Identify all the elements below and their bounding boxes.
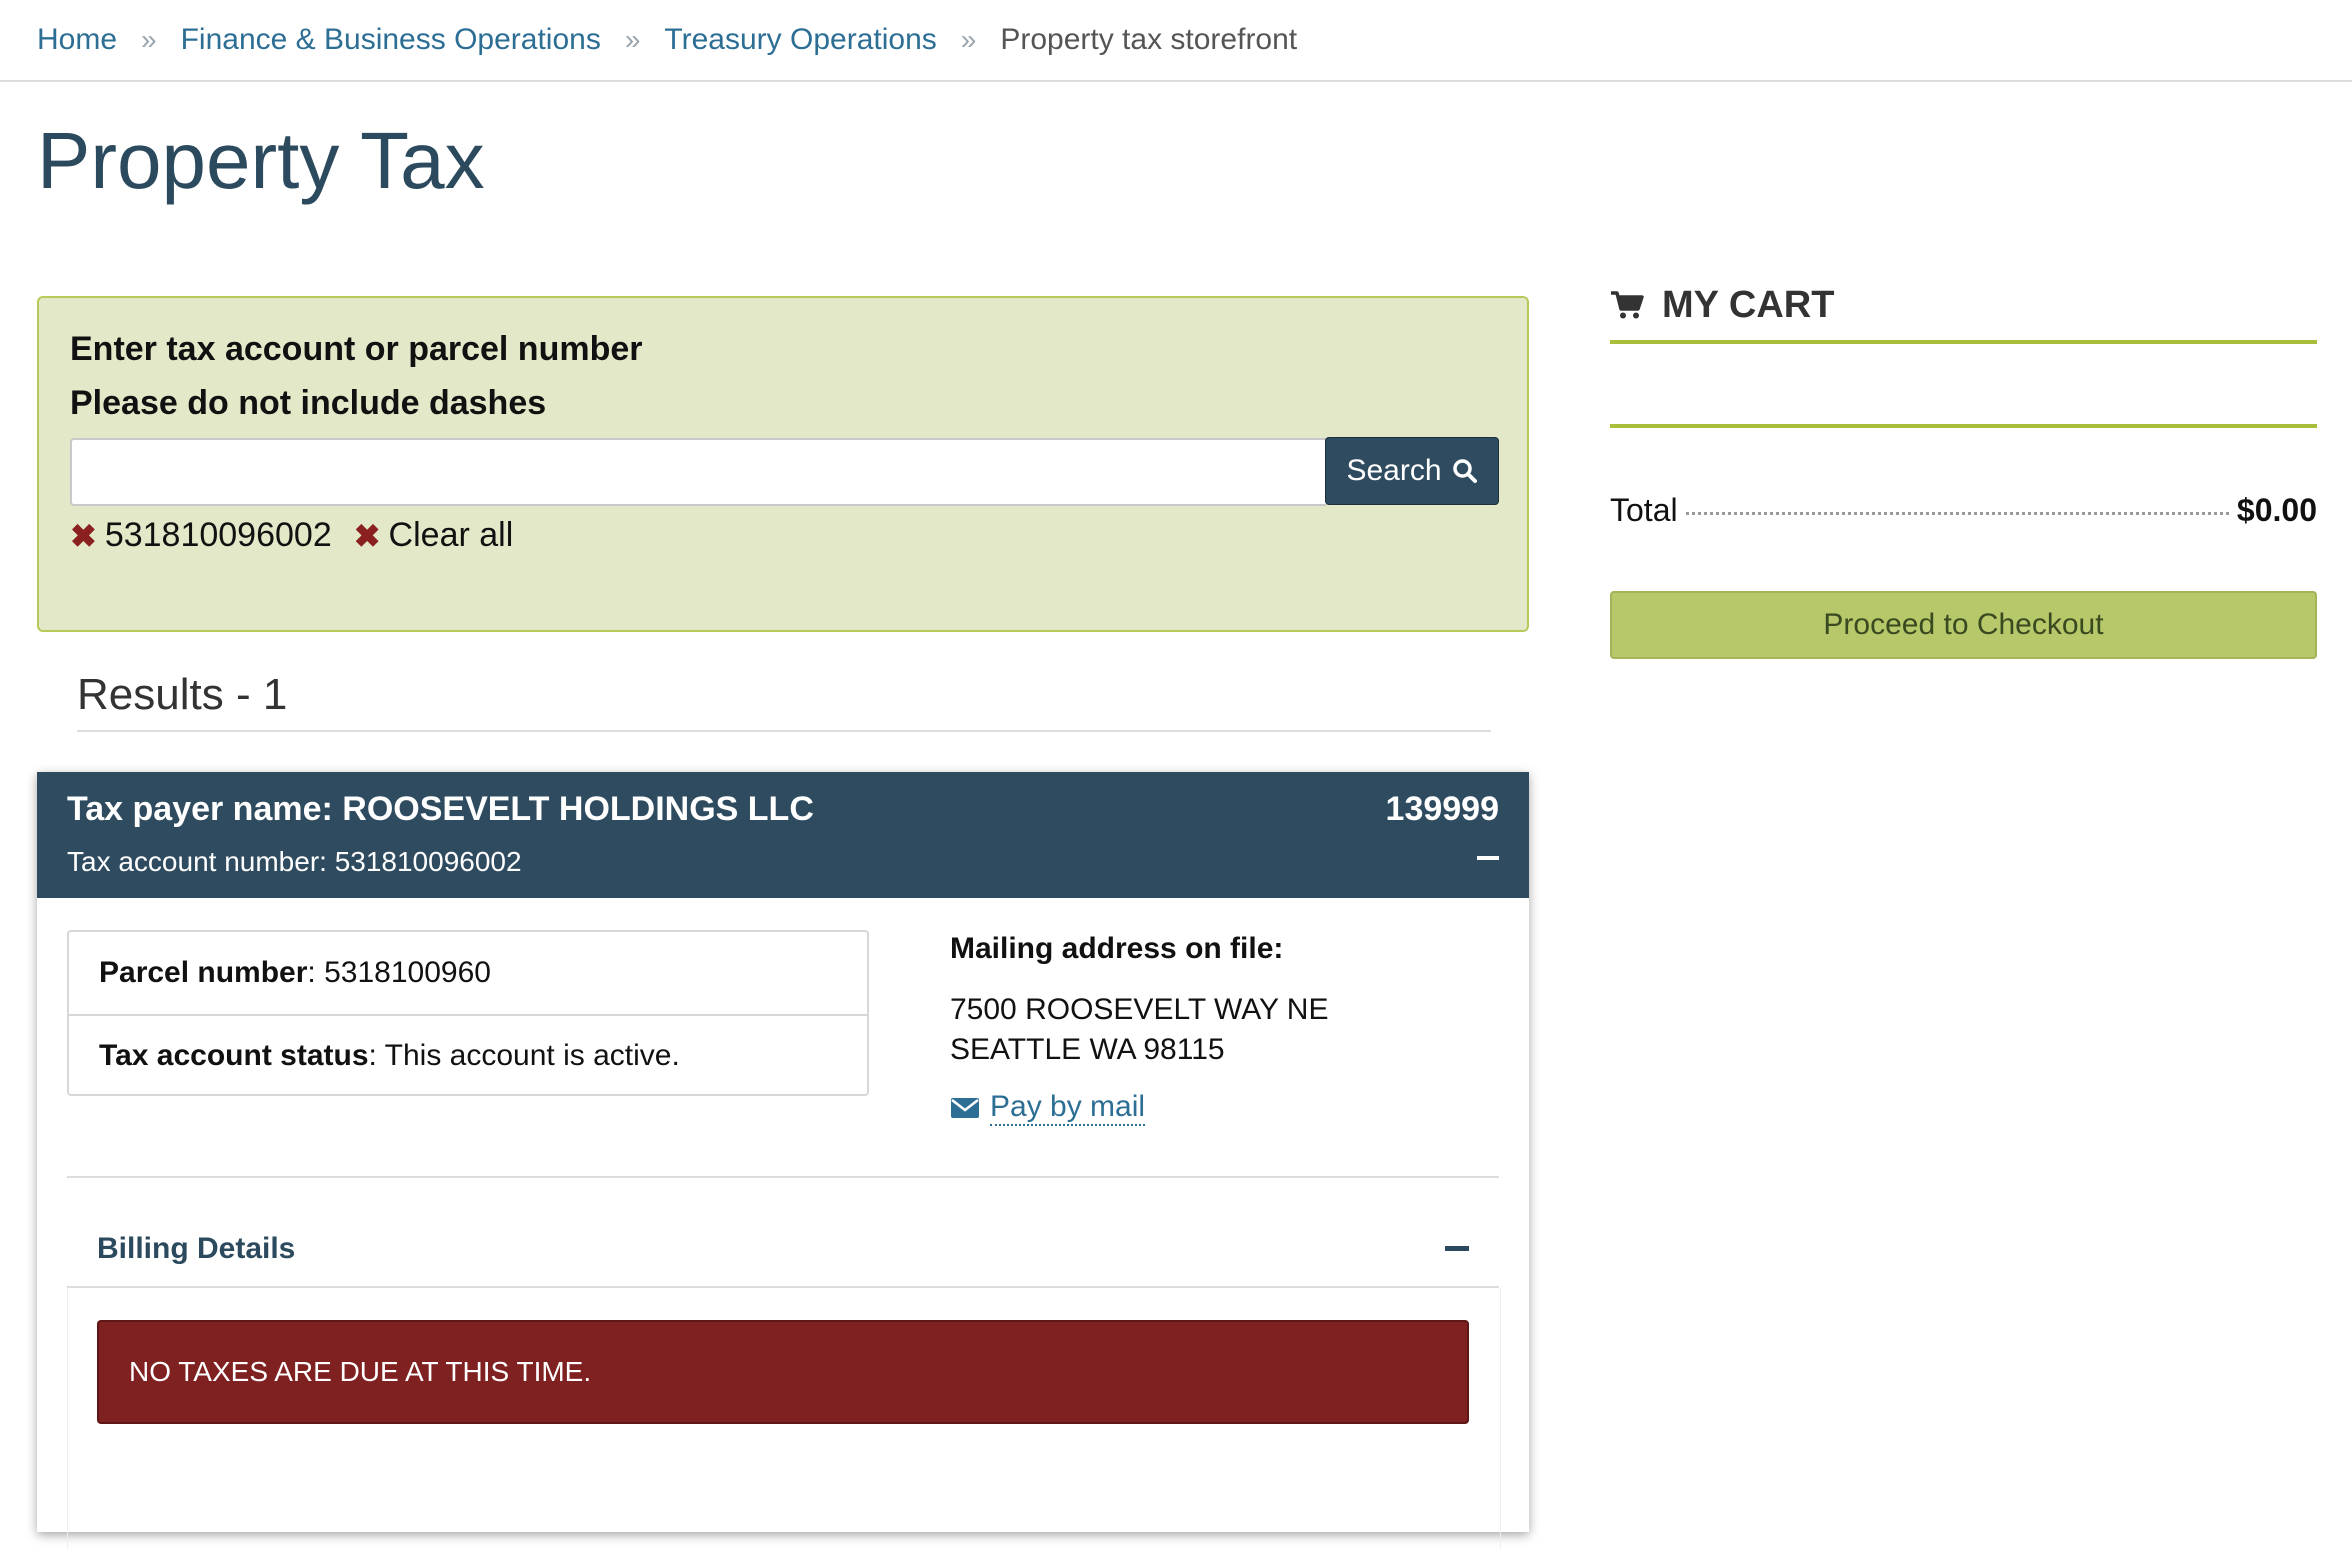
billing-details-title: Billing Details: [97, 1232, 296, 1265]
cart-title: MY CART: [1662, 283, 1835, 326]
dotted-leader: [1685, 512, 2229, 515]
filter-chip-label: 531810096002: [104, 516, 332, 554]
total-value: $0.00: [2236, 492, 2317, 528]
breadcrumb-separator: »: [141, 24, 157, 55]
collapse-icon[interactable]: [1445, 1246, 1469, 1251]
status-label: Tax account status: [99, 1039, 369, 1072]
account-info-table: Parcel number : 5318100960 Tax account s…: [67, 930, 869, 1096]
breadcrumb-home-link[interactable]: Home: [37, 23, 117, 57]
breadcrumb-finance-link[interactable]: Finance & Business Operations: [181, 23, 601, 57]
collapse-icon[interactable]: [1477, 856, 1499, 860]
proceed-to-checkout-button[interactable]: Proceed to Checkout: [1610, 591, 2317, 659]
breadcrumb: Home » Finance & Business Operations » T…: [0, 0, 2352, 82]
breadcrumb-separator: »: [624, 24, 641, 55]
remove-icon[interactable]: ✖: [70, 517, 97, 555]
page-title: Property Tax: [37, 116, 485, 205]
status-value: : This account is active.: [368, 1039, 680, 1072]
no-taxes-alert: NO TAXES ARE DUE AT THIS TIME.: [97, 1320, 1469, 1424]
result-card: Tax payer name: ROOSEVELT HOLDINGS LLC 1…: [37, 772, 1529, 1548]
parcel-value: : 5318100960: [307, 956, 491, 989]
pay-by-mail-label: Pay by mail: [990, 1090, 1146, 1126]
billing-details-header[interactable]: Billing Details: [67, 1224, 1499, 1288]
filter-chip[interactable]: ✖ 531810096002: [70, 516, 332, 555]
remove-icon[interactable]: ✖: [354, 517, 381, 555]
breadcrumb-separator: »: [960, 24, 977, 55]
search-hint: Please do not include dashes: [70, 384, 547, 422]
tax-account-number: Tax account number: 531810096002: [67, 846, 522, 877]
search-filters: ✖ 531810096002 ✖ Clear all: [70, 516, 535, 555]
search-button-label: Search: [1346, 454, 1442, 487]
status-row: Tax account status : This account is act…: [69, 1014, 867, 1096]
breadcrumb-treasury-link[interactable]: Treasury Operations: [664, 23, 936, 57]
total-label: Total: [1610, 492, 1678, 528]
record-number: 139999: [1385, 790, 1499, 828]
cart-items: [1610, 344, 2317, 428]
mailing-heading: Mailing address on file:: [950, 932, 1284, 965]
address-line-1: 7500 ROOSEVELT WAY NE: [950, 993, 1329, 1026]
parcel-row: Parcel number : 5318100960: [69, 932, 867, 1014]
envelope-icon: [951, 1098, 979, 1118]
parcel-label: Parcel number: [99, 956, 308, 989]
pay-by-mail-link[interactable]: Pay by mail: [950, 1090, 1329, 1126]
breadcrumb-current: Property tax storefront: [1000, 23, 1298, 56]
search-button[interactable]: Search: [1325, 437, 1499, 505]
search-label: Enter tax account or parcel number: [70, 330, 643, 368]
taxpayer-name: Tax payer name: ROOSEVELT HOLDINGS LLC: [67, 790, 814, 828]
clear-all-button[interactable]: ✖ Clear all: [354, 516, 514, 555]
results-heading: Results - 1: [77, 670, 1491, 732]
section-divider: [67, 1176, 1499, 1178]
cart-total: Total $0.00: [1610, 492, 2317, 529]
cart-header: MY CART: [1610, 270, 2317, 344]
search-panel: Enter tax account or parcel number Pleas…: [37, 296, 1529, 632]
address-block: 7500 ROOSEVELT WAY NE SEATTLE WA 98115: [950, 990, 1329, 1070]
mailing-address: Mailing address on file: 7500 ROOSEVELT …: [950, 932, 1329, 1126]
search-icon: [1452, 459, 1477, 483]
clear-all-label: Clear all: [388, 516, 514, 554]
search-input[interactable]: [70, 438, 1326, 506]
cart-panel: MY CART Total $0.00 Proceed to Checkout: [1610, 270, 2317, 659]
address-line-2: SEATTLE WA 98115: [950, 1033, 1225, 1066]
shopping-cart-icon: [1611, 291, 1644, 319]
result-card-header[interactable]: Tax payer name: ROOSEVELT HOLDINGS LLC 1…: [37, 772, 1529, 898]
